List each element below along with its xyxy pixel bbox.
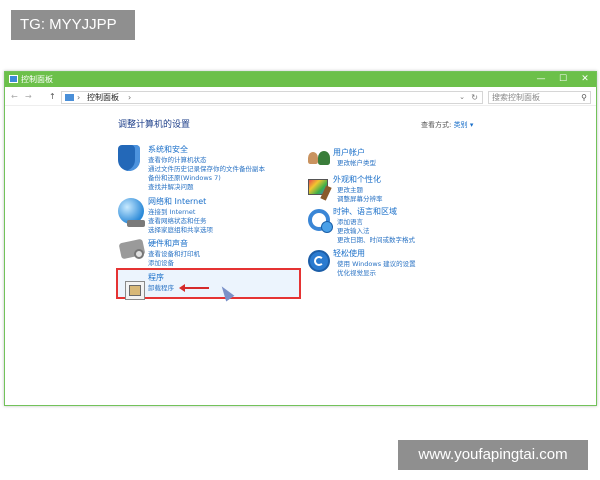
link-backup-restore[interactable]: 备份和还原(Windows 7) xyxy=(148,174,221,182)
control-panel-icon xyxy=(9,75,18,83)
refresh-icon[interactable]: ↻ xyxy=(471,92,478,103)
link-connect-internet[interactable]: 连接到 Internet xyxy=(148,208,195,216)
path-separator-icon[interactable]: › xyxy=(77,92,80,103)
speaker-disc-icon xyxy=(134,249,144,259)
title-bar: 控制面板 — ☐ ✕ xyxy=(5,72,596,87)
address-bar: ← → ↑ › 控制面板 › ⌄ ↻ 搜索控制面板 ⚲ xyxy=(5,88,596,106)
address-path[interactable]: 控制面板 xyxy=(87,92,119,103)
link-devices-printers[interactable]: 查看设备和打印机 xyxy=(148,250,200,258)
category-ease-of-access[interactable]: 轻松使用 xyxy=(333,249,365,259)
address-field[interactable]: › 控制面板 › ⌄ ↻ xyxy=(61,91,483,104)
address-dropdown-icon[interactable]: ⌄ xyxy=(459,92,465,103)
link-uninstall-program[interactable]: 卸载程序 xyxy=(148,284,174,292)
ease-of-access-symbol-icon xyxy=(314,256,324,266)
forward-arrow-icon[interactable]: → xyxy=(25,91,32,102)
user-accounts-icon[interactable] xyxy=(308,152,318,164)
red-arrow-line xyxy=(181,287,209,289)
link-recommended-settings[interactable]: 使用 Windows 建议的设置 xyxy=(337,260,416,268)
shield-icon[interactable] xyxy=(118,145,140,171)
up-arrow-icon[interactable]: ↑ xyxy=(49,91,56,102)
tg-watermark-badge: TG: MYYJJPP xyxy=(11,10,135,40)
link-change-date-format[interactable]: 更改日期、时间或数字格式 xyxy=(337,236,415,244)
minimize-button[interactable]: — xyxy=(530,72,552,87)
link-add-device[interactable]: 添加设备 xyxy=(148,259,174,267)
control-panel-small-icon xyxy=(65,94,74,101)
path-chevron-icon[interactable]: › xyxy=(128,92,131,103)
category-programs[interactable]: 程序 xyxy=(148,273,164,283)
user-accounts-second-icon xyxy=(318,151,330,165)
page-heading: 调整计算机的设置 xyxy=(118,120,191,130)
link-homegroup[interactable]: 选择家庭组和共享选项 xyxy=(148,226,213,234)
region-globe-icon xyxy=(321,221,333,233)
control-panel-window: 控制面板 — ☐ ✕ ← → ↑ › 控制面板 › ⌄ ↻ 搜索控制面板 ⚲ 调… xyxy=(4,71,597,406)
window-title: 控制面板 xyxy=(21,75,53,84)
category-system-security[interactable]: 系统和安全 xyxy=(148,145,188,155)
link-file-history[interactable]: 通过文件历史记录保存你的文件备份副本 xyxy=(148,165,265,173)
back-arrow-icon[interactable]: ← xyxy=(11,91,18,102)
maximize-button[interactable]: ☐ xyxy=(552,72,574,87)
category-user-accounts[interactable]: 用户帐户 xyxy=(333,148,365,158)
link-change-theme[interactable]: 更改主题 xyxy=(337,186,363,194)
link-screen-resolution[interactable]: 调整屏幕分辨率 xyxy=(337,195,383,203)
category-appearance[interactable]: 外观和个性化 xyxy=(333,175,381,185)
link-network-status[interactable]: 查看网络状态和任务 xyxy=(148,217,207,225)
close-button[interactable]: ✕ xyxy=(574,72,596,87)
view-by-control[interactable]: 查看方式: 类别 ▾ xyxy=(421,120,473,130)
category-hardware-sound[interactable]: 硬件和声音 xyxy=(148,239,188,249)
category-clock-language-region[interactable]: 时钟、语言和区域 xyxy=(333,207,397,217)
link-add-language[interactable]: 添加语言 xyxy=(337,218,363,226)
category-network[interactable]: 网络和 Internet xyxy=(148,197,206,207)
search-input[interactable]: 搜索控制面板 ⚲ xyxy=(488,91,591,104)
programs-box-icon xyxy=(129,285,141,296)
link-change-input[interactable]: 更改输入法 xyxy=(337,227,370,235)
view-by-dropdown[interactable]: 类别 ▾ xyxy=(454,121,474,129)
network-computer-icon xyxy=(127,220,145,227)
search-placeholder: 搜索控制面板 xyxy=(492,93,540,102)
site-watermark-badge: www.youfapingtai.com xyxy=(398,440,588,470)
link-change-account-type[interactable]: 更改帐户类型 xyxy=(337,159,376,167)
search-icon[interactable]: ⚲ xyxy=(581,92,587,103)
link-view-status[interactable]: 查看你的计算机状态 xyxy=(148,156,207,164)
link-troubleshoot[interactable]: 查找并解决问题 xyxy=(148,183,194,191)
link-optimize-display[interactable]: 优化视觉显示 xyxy=(337,269,376,277)
view-by-label: 查看方式: xyxy=(421,121,452,129)
